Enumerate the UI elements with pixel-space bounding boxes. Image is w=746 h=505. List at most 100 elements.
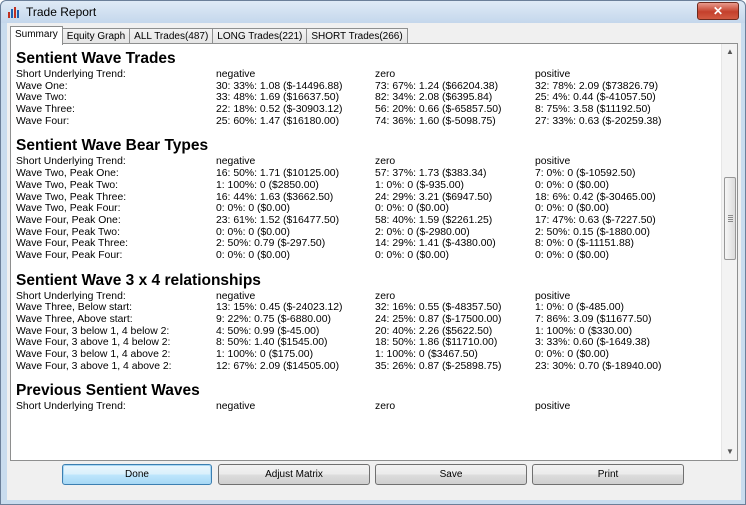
tab-summary[interactable]: Summary bbox=[10, 26, 63, 45]
negative-value: 13: 15%: 0.45 ($-24023.12) bbox=[216, 302, 343, 314]
stat-row: Wave Four, Peak Two: 0: 0%: 0 ($0.00) 2: 0… bbox=[16, 227, 719, 239]
stat-row: Wave Two: 33: 48%: 1.69 ($16637.50) 82: 34… bbox=[16, 92, 719, 104]
negative-value: 1: 100%: 0 ($2850.00) bbox=[216, 179, 319, 191]
zero-value: 2: 0%: 0 ($-2980.00) bbox=[375, 226, 470, 238]
trade-report-window: Trade Report ✕ Summary Equity Graph ALL … bbox=[0, 0, 746, 505]
stat-row: Wave Two, Peak Three: 16: 44%: 1.63 ($366… bbox=[16, 192, 719, 204]
negative-value: 12: 67%: 2.09 ($14505.00) bbox=[216, 360, 340, 372]
column-header-positive: positive bbox=[535, 156, 571, 168]
window-title: Trade Report bbox=[26, 5, 97, 19]
negative-value: 0: 0%: 0 ($0.00) bbox=[216, 249, 290, 261]
positive-value: 1: 100%: 0 ($330.00) bbox=[535, 325, 633, 337]
row-label: Wave Four, Peak Two: bbox=[16, 226, 120, 238]
positive-value: 23: 30%: 0.70 ($-18940.00) bbox=[535, 360, 662, 372]
close-icon[interactable]: ✕ bbox=[697, 2, 739, 20]
scrollbar-thumb[interactable] bbox=[724, 177, 736, 260]
trend-label: Short Underlying Trend: bbox=[16, 401, 126, 413]
section-header-row: Short Underlying Trend: negative zero posit… bbox=[16, 401, 719, 413]
positive-value: 0: 0%: 0 ($0.00) bbox=[535, 179, 609, 191]
row-label: Wave Four, 3 below 1, 4 below 2: bbox=[16, 325, 170, 337]
column-header-positive: positive bbox=[535, 290, 571, 302]
section-title: Previous Sentient Waves bbox=[16, 382, 200, 400]
report-section: Sentient Wave 3 x 4 relationships Short U… bbox=[16, 271, 719, 382]
grip-line bbox=[728, 217, 733, 218]
column-header-zero: zero bbox=[375, 401, 396, 413]
zero-value: 32: 16%: 0.55 ($-48357.50) bbox=[375, 302, 502, 314]
scroll-down-arrow-icon[interactable]: ▼ bbox=[722, 444, 738, 460]
vertical-scrollbar[interactable]: ▲ ▼ bbox=[721, 44, 737, 460]
title-bar[interactable]: Trade Report ✕ bbox=[1, 1, 745, 23]
print-button[interactable]: Print bbox=[532, 464, 684, 485]
section-header-row: Short Underlying Trend: negative zero posit… bbox=[16, 156, 719, 168]
stat-row: Wave Three, Above start: 9: 22%: 0.75 ($-… bbox=[16, 314, 719, 326]
zero-value: 82: 34%: 2.08 ($6395.84) bbox=[375, 92, 493, 104]
section-title: Sentient Wave Trades bbox=[16, 50, 176, 67]
positive-value: 1: 0%: 0 ($-485.00) bbox=[535, 302, 624, 314]
report-section: Sentient Wave Bear Types Short Underlying… bbox=[16, 136, 719, 270]
summary-panel: Sentient Wave Trades Short Underlying Tre… bbox=[10, 43, 738, 461]
negative-value: 2: 50%: 0.79 ($-297.50) bbox=[216, 238, 326, 250]
save-button[interactable]: Save bbox=[375, 464, 527, 485]
zero-value: 1: 0%: 0 ($-935.00) bbox=[375, 179, 464, 191]
section-title: Sentient Wave 3 x 4 relationships bbox=[16, 271, 261, 289]
grip-line bbox=[728, 219, 733, 220]
zero-value: 73: 67%: 1.24 ($66204.38) bbox=[375, 80, 499, 92]
positive-value: 7: 0%: 0 ($-10592.50) bbox=[535, 168, 636, 180]
negative-value: 9: 22%: 0.75 ($-6880.00) bbox=[216, 314, 331, 325]
positive-value: 27: 33%: 0.63 ($-20259.38) bbox=[535, 115, 662, 127]
report-section: Previous Sentient Waves Short Underlying … bbox=[16, 381, 719, 413]
positive-value: 32: 78%: 2.09 ($73826.79) bbox=[535, 80, 659, 92]
zero-value: 24: 25%: 0.87 ($-17500.00) bbox=[375, 314, 502, 325]
section-header-row: Short Underlying Trend: negative zero posit… bbox=[16, 69, 719, 81]
zero-value: 0: 0%: 0 ($0.00) bbox=[375, 249, 449, 261]
stat-row: Wave Three: 22: 18%: 0.52 ($-30903.12) 56:… bbox=[16, 104, 719, 116]
column-header-negative: negative bbox=[216, 290, 256, 302]
row-label: Wave One: bbox=[16, 80, 68, 92]
negative-value: 1: 100%: 0 ($175.00) bbox=[216, 349, 314, 361]
stat-row: Wave Four, 3 below 1, 4 below 2: 4: 50%: … bbox=[16, 326, 719, 338]
positive-value: 2: 50%: 0.15 ($-1880.00) bbox=[535, 226, 650, 238]
report-scroll-area[interactable]: Sentient Wave Trades Short Underlying Tre… bbox=[14, 47, 721, 458]
stat-row: Wave Four, Peak One: 23: 61%: 1.52 ($1647… bbox=[16, 215, 719, 227]
row-label: Wave Four, Peak Four: bbox=[16, 249, 123, 261]
positive-value: 3: 33%: 0.60 ($-1649.38) bbox=[535, 337, 650, 349]
row-label: Wave Two, Peak One: bbox=[16, 168, 119, 180]
stat-row: Wave Four, 3 above 1, 4 above 2: 12: 67%:… bbox=[16, 361, 719, 373]
zero-value: 14: 29%: 1.41 ($-4380.00) bbox=[375, 238, 496, 250]
negative-value: 33: 48%: 1.69 ($16637.50) bbox=[216, 92, 340, 104]
zero-value: 58: 40%: 1.59 ($2261.25) bbox=[375, 214, 493, 226]
zero-value: 20: 40%: 2.26 ($5622.50) bbox=[375, 325, 493, 337]
done-button[interactable]: Done bbox=[62, 464, 212, 485]
positive-value: 8: 0%: 0 ($-11151.88) bbox=[535, 238, 634, 250]
column-header-zero: zero bbox=[375, 290, 396, 302]
stat-row: Wave Four, 3 above 1, 4 below 2: 8: 50%: … bbox=[16, 337, 719, 349]
column-header-positive: positive bbox=[535, 401, 571, 413]
column-header-positive: positive bbox=[535, 69, 571, 80]
row-label: Wave Two: bbox=[16, 92, 67, 104]
chart-app-icon bbox=[8, 7, 19, 18]
client-area: Summary Equity Graph ALL Trades(487) LON… bbox=[7, 23, 741, 500]
zero-value: 57: 37%: 1.73 ($383.34) bbox=[375, 168, 487, 180]
adjust-matrix-button[interactable]: Adjust Matrix bbox=[218, 464, 370, 485]
column-header-zero: zero bbox=[375, 156, 396, 168]
negative-value: 4: 50%: 0.99 ($-45.00) bbox=[216, 325, 320, 337]
grip-line bbox=[728, 221, 733, 222]
negative-value: 22: 18%: 0.52 ($-30903.12) bbox=[216, 104, 343, 116]
stat-row: Wave Two, Peak Four: 0: 0%: 0 ($0.00) 0: 0… bbox=[16, 203, 719, 215]
stat-row: Wave Two, Peak One: 16: 50%: 1.71 ($10125… bbox=[16, 168, 719, 180]
stat-row: Wave Four, Peak Four: 0: 0%: 0 ($0.00) 0: … bbox=[16, 250, 719, 262]
negative-value: 16: 50%: 1.71 ($10125.00) bbox=[216, 168, 340, 180]
stat-row: Wave Four: 25: 60%: 1.47 ($16180.00) 74: 3… bbox=[16, 116, 719, 128]
tab-strip: Summary Equity Graph ALL Trades(487) LON… bbox=[10, 26, 408, 45]
row-label: Wave Three: bbox=[16, 104, 75, 116]
negative-value: 0: 0%: 0 ($0.00) bbox=[216, 203, 290, 215]
row-label: Wave Four, Peak One: bbox=[16, 214, 121, 226]
row-label: Wave Four, 3 above 1, 4 above 2: bbox=[16, 360, 172, 372]
negative-value: 8: 50%: 1.40 ($1545.00) bbox=[216, 337, 328, 349]
zero-value: 56: 20%: 0.66 ($-65857.50) bbox=[375, 104, 502, 116]
positive-value: 8: 75%: 3.58 ($11192.50) bbox=[535, 104, 651, 116]
scroll-up-arrow-icon[interactable]: ▲ bbox=[722, 44, 738, 60]
